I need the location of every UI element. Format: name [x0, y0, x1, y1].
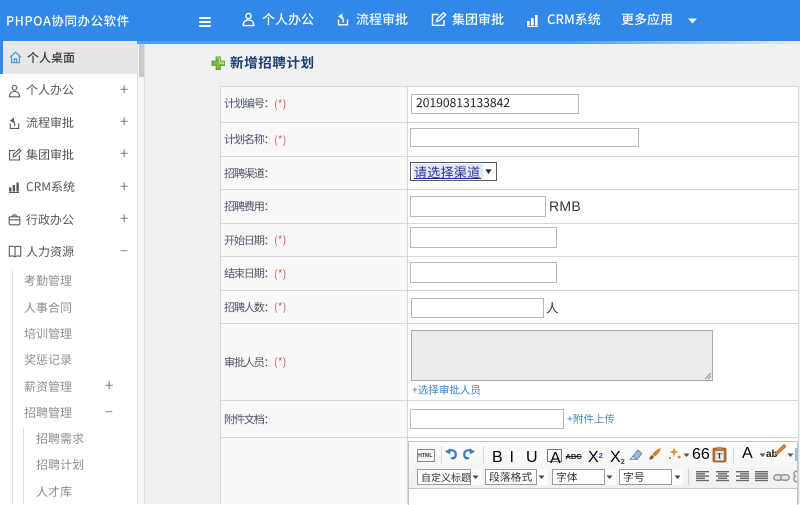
- svg-text:T: T: [717, 451, 723, 461]
